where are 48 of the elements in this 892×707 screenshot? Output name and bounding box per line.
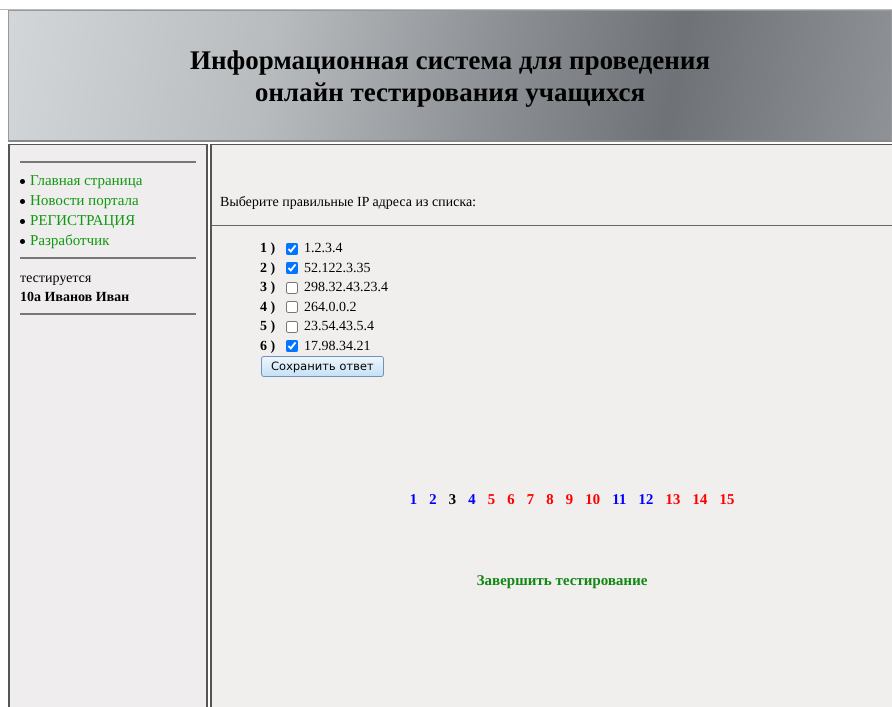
option-number: 3 )	[260, 279, 276, 298]
option-number: 4 )	[260, 298, 276, 317]
status-label: тестируется	[20, 270, 92, 288]
nav-link[interactable]: РЕГИСТРАЦИЯ	[30, 211, 136, 231]
option-label: 17.98.34.21	[304, 338, 370, 356]
answer-checkbox[interactable]	[286, 282, 298, 294]
question-number-link[interactable]: 5	[488, 489, 496, 512]
question-number-link[interactable]: 9	[566, 489, 574, 512]
option-label: 52.122.3.35	[304, 260, 370, 278]
answer-checkbox[interactable]	[286, 262, 298, 274]
question-number-link[interactable]: 1	[410, 489, 418, 512]
question-prompt: Выберите правильные IP адреса из списка:	[219, 194, 478, 212]
bullet-icon	[20, 218, 25, 224]
bullet-icon	[20, 178, 25, 184]
finish-link[interactable]: Завершить тестирование	[456, 570, 648, 592]
answer-checkbox[interactable]	[286, 242, 298, 255]
question-number-link[interactable]: 6	[507, 489, 515, 512]
question-number-link[interactable]: 8	[546, 489, 554, 512]
answer-checkbox[interactable]	[286, 320, 298, 333]
option-number: 1 )	[260, 240, 276, 258]
question-number-link[interactable]: 2	[429, 489, 437, 512]
nav-link[interactable]: Разработчик	[30, 231, 110, 251]
question-number-link[interactable]: 3	[448, 489, 456, 512]
nav-link[interactable]: Главная страница	[30, 171, 142, 191]
question-number-link[interactable]: 12	[638, 489, 654, 512]
bullet-icon	[20, 198, 25, 204]
nav-link[interactable]: Новости портала	[30, 191, 139, 211]
student-name: 10а Иванов Иван	[20, 289, 130, 307]
option-number: 2 )	[260, 260, 276, 278]
answer-checkbox[interactable]	[286, 340, 298, 352]
save-button[interactable]: Сохранить ответ	[261, 356, 384, 378]
option-number: 5 )	[260, 318, 276, 336]
question-number-link[interactable]: 7	[526, 489, 534, 512]
question-number-link[interactable]: 11	[612, 489, 626, 512]
option-label: 23.54.43.5.4	[304, 318, 374, 336]
option-label: 264.0.0.2	[304, 298, 356, 317]
question-number-link[interactable]: 15	[719, 489, 734, 512]
site-title: Информационная система для проведения	[190, 44, 710, 76]
question-number-link[interactable]: 10	[585, 489, 600, 512]
question-number-link[interactable]: 4	[468, 489, 476, 512]
answer-checkbox[interactable]	[286, 301, 298, 314]
question-number-link[interactable]: 14	[692, 489, 708, 512]
option-number: 6 )	[260, 338, 276, 356]
question-number-link[interactable]: 13	[665, 489, 680, 512]
site-subtitle: онлайн тестирования учащихся	[254, 76, 646, 108]
option-label: 298.32.43.23.4	[304, 279, 388, 298]
option-label: 1.2.3.4	[304, 240, 342, 258]
bullet-icon	[20, 238, 25, 244]
